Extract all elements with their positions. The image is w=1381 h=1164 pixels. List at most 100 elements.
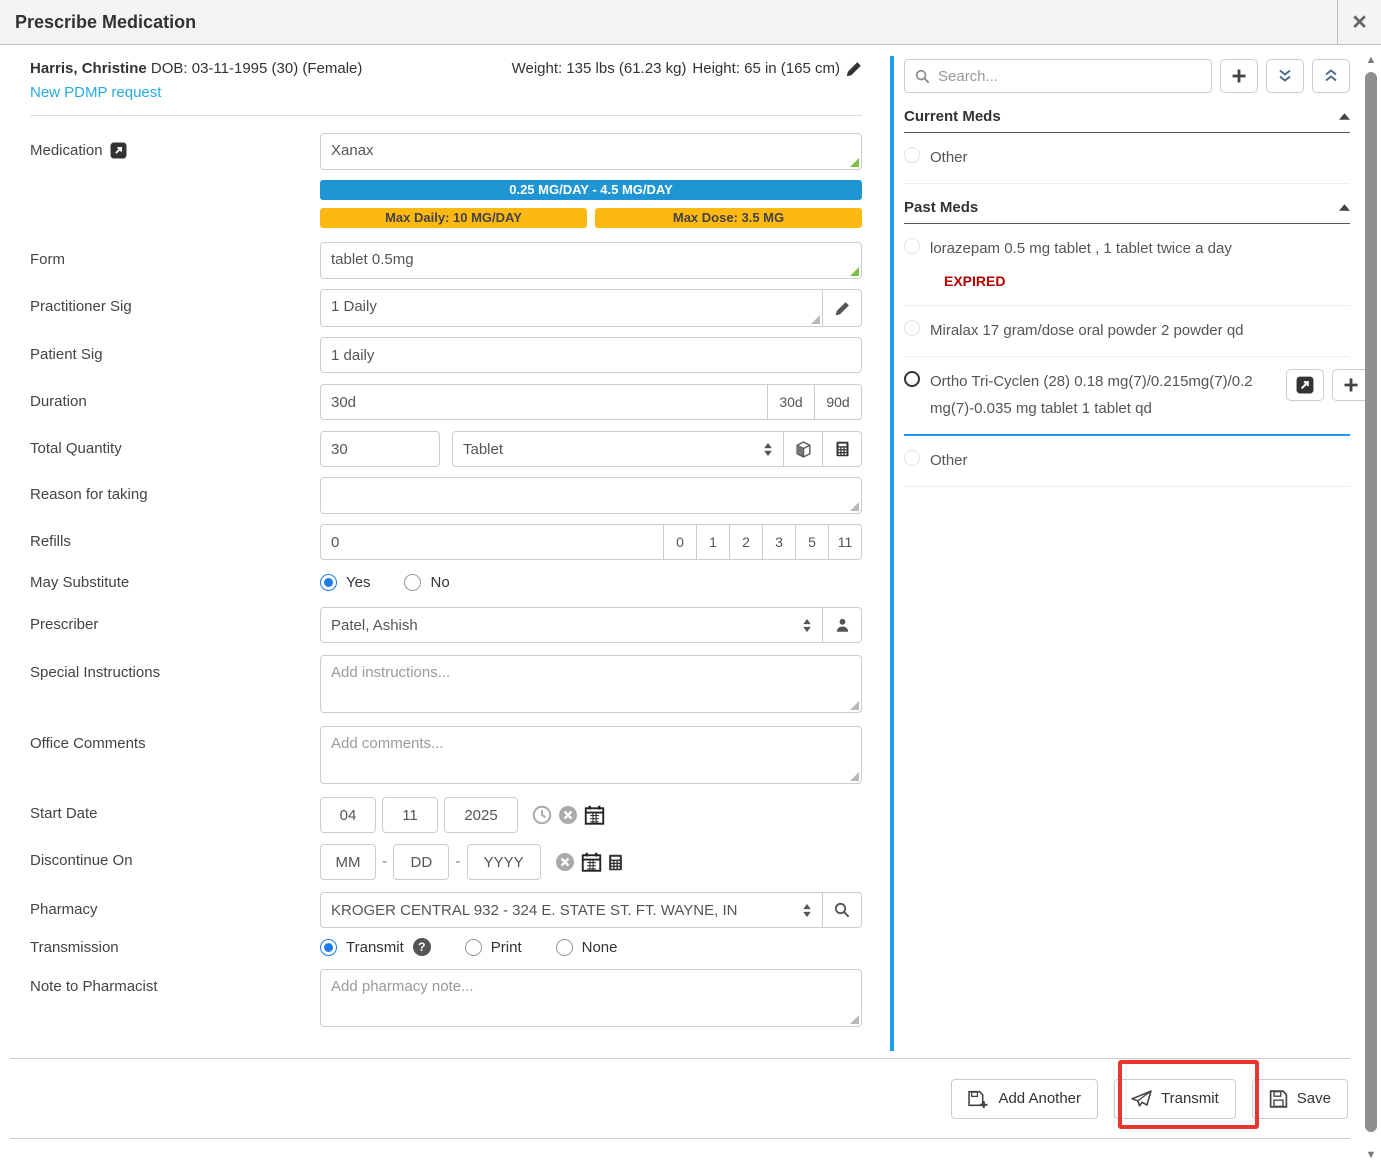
start-date-calendar-icon[interactable] bbox=[584, 805, 605, 825]
refills-quick-5-button[interactable]: 5 bbox=[795, 524, 829, 560]
med-radio[interactable] bbox=[904, 238, 920, 254]
vertical-scrollbar[interactable]: ▲ ▼ bbox=[1362, 50, 1380, 1164]
office-comments-label: Office Comments bbox=[30, 735, 146, 752]
discontinue-calendar-icon[interactable] bbox=[581, 852, 602, 872]
add-another-button[interactable]: Add Another bbox=[951, 1079, 1098, 1119]
total-quantity-label: Total Quantity bbox=[30, 440, 122, 457]
prescriber-lookup-button[interactable] bbox=[822, 607, 862, 643]
pharmacy-search-button[interactable] bbox=[822, 892, 862, 928]
discontinue-clear-icon[interactable] bbox=[555, 852, 575, 872]
transmission-none-label: None bbox=[582, 939, 618, 956]
med-radio[interactable] bbox=[904, 147, 920, 163]
transmission-print-label: Print bbox=[491, 939, 522, 956]
refills-quick-1-button[interactable]: 1 bbox=[696, 524, 730, 560]
edit-vitals-pencil-icon[interactable] bbox=[846, 61, 862, 77]
expand-all-button[interactable] bbox=[1266, 59, 1304, 93]
scroll-up-arrow[interactable]: ▲ bbox=[1362, 54, 1380, 66]
calculator-icon bbox=[835, 441, 850, 457]
substitute-yes-radio[interactable] bbox=[320, 574, 337, 591]
prescriber-select[interactable]: Patel, Ashish bbox=[320, 607, 823, 643]
patient-sig-label: Patient Sig bbox=[30, 346, 103, 363]
med-radio[interactable] bbox=[904, 320, 920, 336]
duration-input[interactable]: 30d bbox=[320, 384, 768, 420]
pencil-icon bbox=[835, 301, 850, 316]
prescriber-value: Patel, Ashish bbox=[331, 617, 418, 634]
past-med-ortho-item[interactable]: Ortho Tri-Cyclen (28) 0.18 mg(7)/0.215mg… bbox=[904, 357, 1350, 436]
refills-quick-0-button[interactable]: 0 bbox=[663, 524, 697, 560]
start-date-clear-icon[interactable] bbox=[558, 805, 578, 825]
scroll-down-arrow[interactable]: ▼ bbox=[1362, 1149, 1380, 1161]
past-med-lorazepam-item[interactable]: lorazepam 0.5 mg tablet , 1 tablet twice… bbox=[904, 224, 1350, 306]
special-instructions-input[interactable]: Add instructions... bbox=[320, 655, 862, 713]
past-meds-header[interactable]: Past Meds bbox=[904, 199, 1350, 224]
current-meds-header[interactable]: Current Meds bbox=[904, 108, 1350, 133]
patient-sig-input[interactable]: 1 daily bbox=[320, 337, 862, 373]
transmission-transmit-radio[interactable] bbox=[320, 939, 337, 956]
patient-vitals: Weight: 135 lbs (61.23 kg) Height: 65 in… bbox=[512, 60, 862, 77]
max-daily-banner: Max Daily: 10 MG/DAY bbox=[320, 208, 587, 228]
edit-sig-button[interactable] bbox=[822, 289, 862, 327]
current-med-other-item[interactable]: Other bbox=[904, 133, 1350, 184]
duration-quick-30d-button[interactable]: 30d bbox=[767, 384, 815, 420]
duration-quick-90d-button[interactable]: 90d bbox=[814, 384, 862, 420]
save-button[interactable]: Save bbox=[1252, 1079, 1348, 1119]
patient-height: Height: 65 in (165 cm) bbox=[692, 60, 840, 77]
transmission-none-radio[interactable] bbox=[556, 939, 573, 956]
add-med-button[interactable] bbox=[1220, 59, 1258, 93]
pharmacy-value: KROGER CENTRAL 932 - 324 E. STATE ST. FT… bbox=[331, 902, 737, 919]
pharmacy-note-input[interactable]: Add pharmacy note... bbox=[320, 969, 862, 1027]
quantity-input[interactable]: 30 bbox=[320, 431, 440, 467]
discontinue-year-input[interactable]: YYYY bbox=[467, 844, 541, 880]
sort-arrows-icon bbox=[802, 903, 812, 918]
refills-input[interactable]: 0 bbox=[320, 524, 664, 560]
reason-input[interactable] bbox=[320, 477, 862, 514]
transmission-label: Transmission bbox=[30, 939, 119, 956]
scrollbar-thumb[interactable] bbox=[1365, 72, 1377, 1132]
medication-input[interactable]: Xanax bbox=[320, 133, 862, 170]
max-dose-banner: Max Dose: 3.5 MG bbox=[595, 208, 862, 228]
refills-quick-2-button[interactable]: 2 bbox=[729, 524, 763, 560]
pharmacy-select[interactable]: KROGER CENTRAL 932 - 324 E. STATE ST. FT… bbox=[320, 892, 823, 928]
med-item-label: Other bbox=[930, 448, 968, 474]
med-external-link-button[interactable] bbox=[1286, 369, 1324, 401]
collapse-all-button[interactable] bbox=[1312, 59, 1350, 93]
add-another-label: Add Another bbox=[998, 1090, 1081, 1107]
sort-arrows-icon bbox=[802, 618, 812, 633]
discontinue-day-input[interactable]: DD bbox=[393, 844, 449, 880]
meds-search-field[interactable] bbox=[904, 59, 1212, 93]
transmit-help-icon[interactable]: ? bbox=[413, 938, 431, 956]
medication-label-wrap: Medication bbox=[30, 133, 320, 228]
start-date-clock-icon[interactable] bbox=[532, 805, 552, 825]
practitioner-sig-input[interactable]: 1 Daily bbox=[320, 289, 823, 327]
past-meds-title: Past Meds bbox=[904, 199, 978, 216]
practitioner-sig-label: Practitioner Sig bbox=[30, 298, 132, 315]
transmission-print-radio[interactable] bbox=[465, 939, 482, 956]
close-button[interactable]: × bbox=[1337, 0, 1381, 44]
med-radio[interactable] bbox=[904, 450, 920, 466]
med-radio-selected[interactable] bbox=[904, 371, 920, 387]
dispense-package-button[interactable] bbox=[783, 431, 823, 467]
transmit-button[interactable]: Transmit bbox=[1114, 1079, 1236, 1119]
start-month-input[interactable]: 04 bbox=[320, 797, 376, 833]
office-comments-input[interactable]: Add comments... bbox=[320, 726, 862, 784]
patient-weight: Weight: 135 lbs (61.23 kg) bbox=[512, 60, 687, 77]
quantity-unit-value: Tablet bbox=[463, 441, 503, 458]
discontinue-month-input[interactable]: MM bbox=[320, 844, 376, 880]
med-item-label: Ortho Tri-Cyclen (28) 0.18 mg(7)/0.215mg… bbox=[930, 369, 1276, 422]
medication-external-link-icon[interactable] bbox=[110, 142, 127, 159]
form-input[interactable]: tablet 0.5mg bbox=[320, 242, 862, 279]
quantity-unit-select[interactable]: Tablet bbox=[452, 431, 784, 467]
past-med-miralax-item[interactable]: Miralax 17 gram/dose oral powder 2 powde… bbox=[904, 306, 1350, 357]
refills-quick-3-button[interactable]: 3 bbox=[762, 524, 796, 560]
meds-search-input[interactable] bbox=[938, 68, 1201, 85]
discontinue-calculator-icon[interactable] bbox=[608, 854, 623, 871]
dose-range-banner: 0.25 MG/DAY - 4.5 MG/DAY bbox=[320, 180, 862, 200]
modal-title: Prescribe Medication bbox=[0, 0, 1381, 44]
substitute-no-radio[interactable] bbox=[404, 574, 421, 591]
start-year-input[interactable]: 2025 bbox=[444, 797, 518, 833]
refills-quick-11-button[interactable]: 11 bbox=[828, 524, 862, 560]
start-day-input[interactable]: 11 bbox=[382, 797, 438, 833]
past-med-other-item[interactable]: Other bbox=[904, 436, 1350, 487]
new-pdmp-request-link[interactable]: New PDMP request bbox=[30, 84, 161, 101]
quantity-calculator-button[interactable] bbox=[822, 431, 862, 467]
